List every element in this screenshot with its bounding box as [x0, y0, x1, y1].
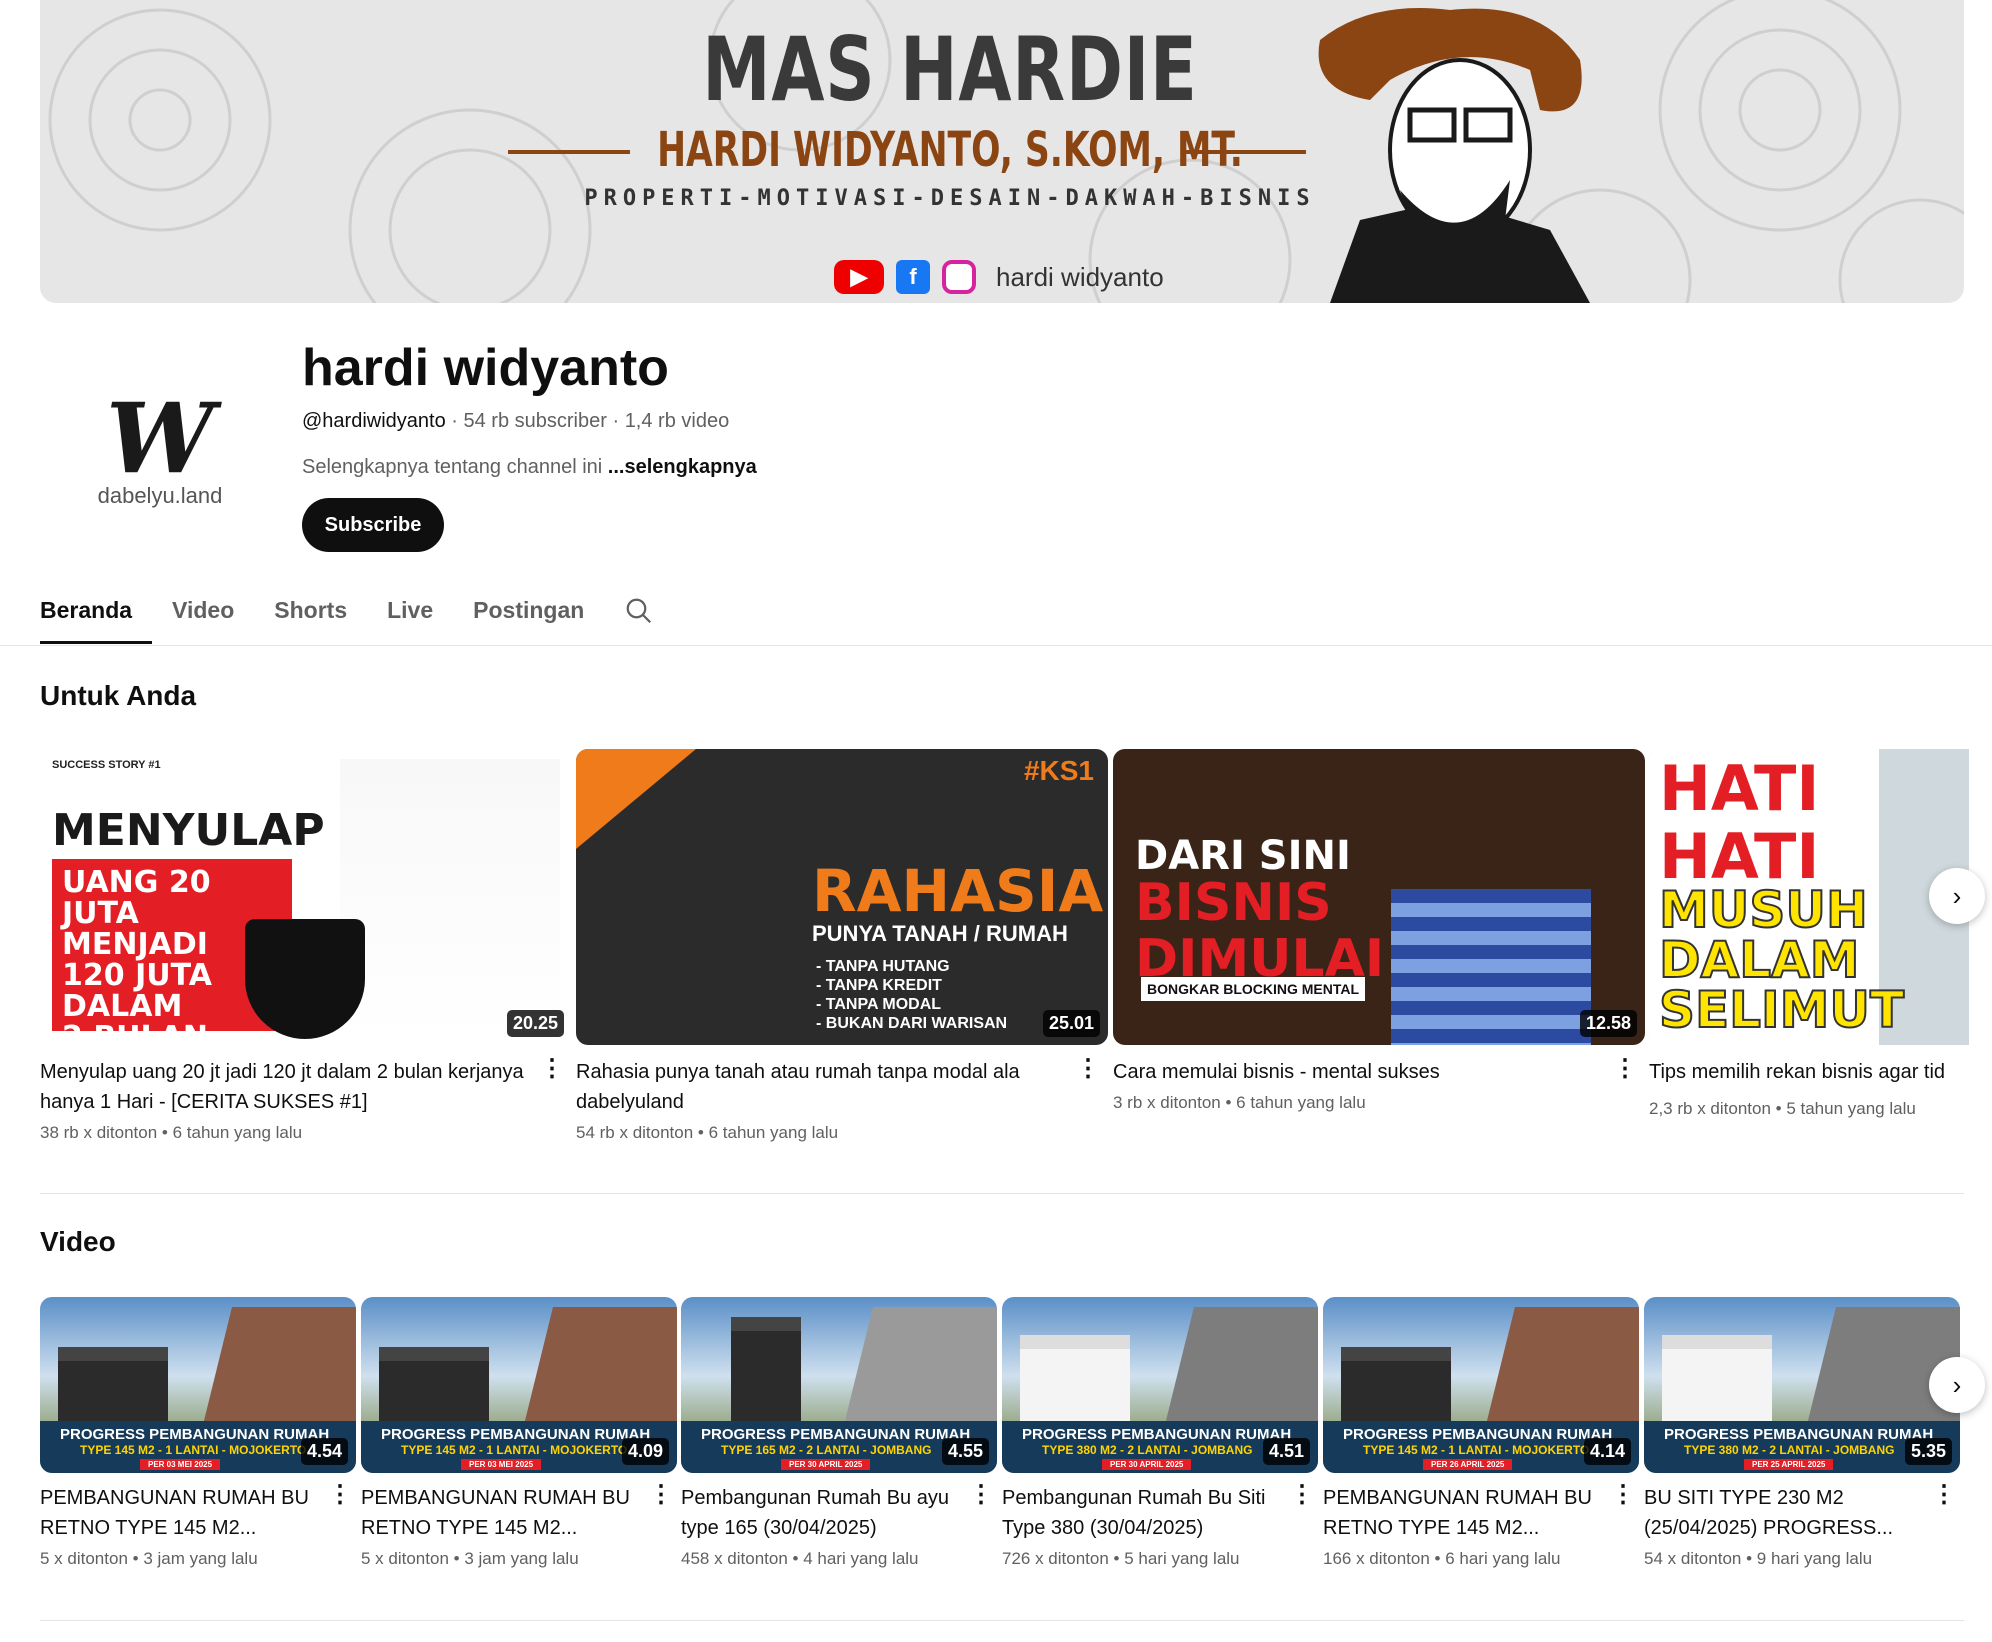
person-image: [340, 759, 560, 1045]
video-duration: 5.35: [1904, 1438, 1952, 1465]
video-meta: 458 x ditonton • 4 hari yang lalu: [681, 1549, 919, 1568]
magic-hat-icon: [245, 919, 365, 1039]
tab-video[interactable]: Video: [152, 588, 254, 644]
video-thumbnail[interactable]: PROGRESS PEMBANGUNAN RUMAH TYPE 145 M2 -…: [1323, 1297, 1639, 1473]
subscribe-button[interactable]: Subscribe: [302, 498, 444, 552]
video-card[interactable]: PROGRESS PEMBANGUNAN RUMAH TYPE 165 M2 -…: [681, 1297, 997, 1569]
video-duration: 4.54: [300, 1438, 348, 1465]
video-duration: 4.51: [1262, 1438, 1310, 1465]
carousel-next-button[interactable]: ›: [1929, 1357, 1985, 1413]
more-options-icon[interactable]: ⋮: [1076, 1057, 1100, 1081]
more-options-icon[interactable]: ⋮: [1611, 1483, 1635, 1507]
person-image: [1391, 889, 1591, 1045]
more-options-icon[interactable]: ⋮: [1613, 1057, 1637, 1081]
channel-banner: MAS HARDIE HARDI WIDYANTO, S.KOM, MT. PR…: [40, 0, 1964, 303]
avatar-logo-icon: W: [106, 382, 214, 495]
more-options-icon[interactable]: ⋮: [1932, 1483, 1956, 1507]
video-meta: 54 x ditonton • 9 hari yang lalu: [1644, 1549, 1873, 1568]
tab-shorts[interactable]: Shorts: [254, 588, 367, 644]
more-options-icon[interactable]: ⋮: [540, 1057, 564, 1081]
video-card[interactable]: PROGRESS PEMBANGUNAN RUMAH TYPE 145 M2 -…: [361, 1297, 677, 1569]
channel-handle[interactable]: @hardiwidyanto: [302, 410, 446, 432]
subscriber-count: 54 rb subscriber: [463, 410, 607, 432]
video-meta: 5 x ditonton • 3 jam yang lalu: [40, 1549, 258, 1568]
channel-description[interactable]: Selengkapnya tentang channel ini ...sele…: [302, 456, 757, 479]
tab-live[interactable]: Live: [367, 588, 453, 644]
video-meta: 726 x ditonton • 5 hari yang lalu: [1002, 1549, 1240, 1568]
video-title[interactable]: Pembangunan Rumah Bu Siti Type 380 (30/0…: [1002, 1483, 1318, 1543]
video-card[interactable]: PROGRESS PEMBANGUNAN RUMAH TYPE 380 M2 -…: [1002, 1297, 1318, 1569]
video-thumbnail[interactable]: PROGRESS PEMBANGUNAN RUMAH TYPE 165 M2 -…: [681, 1297, 997, 1473]
video-title[interactable]: Menyulap uang 20 jt jadi 120 jt dalam 2 …: [40, 1057, 572, 1117]
video-meta: 38 rb x ditonton • 6 tahun yang lalu: [40, 1123, 303, 1142]
video-thumbnail[interactable]: #KS1 RAHASIA PUNYA TANAH / RUMAH - TANPA…: [576, 749, 1108, 1045]
video-title[interactable]: PEMBANGUNAN RUMAH BU RETNO TYPE 145 M2..…: [40, 1483, 356, 1543]
section-divider: [40, 1193, 1964, 1194]
channel-avatar[interactable]: W dabelyu.land: [40, 330, 280, 570]
facebook-icon: f: [896, 260, 930, 294]
video-thumbnail[interactable]: PROGRESS PEMBANGUNAN RUMAH TYPE 145 M2 -…: [40, 1297, 356, 1473]
video-title[interactable]: Tips memilih rekan bisnis agar tid: [1649, 1057, 1969, 1087]
channel-tabs: Beranda Video Shorts Live Postingan: [40, 588, 664, 644]
video-meta: 3 rb x ditonton • 6 tahun yang lalu: [1113, 1093, 1366, 1112]
banner-handle: hardi widyanto: [996, 261, 1164, 292]
video-title[interactable]: Pembangunan Rumah Bu ayu type 165 (30/04…: [681, 1483, 997, 1543]
video-thumbnail[interactable]: DARI SINI BISNIS DIMULAI BONGKAR BLOCKING…: [1113, 749, 1645, 1045]
tab-postingan[interactable]: Postingan: [453, 588, 604, 644]
more-link[interactable]: ...selengkapnya: [608, 456, 757, 478]
video-thumbnail[interactable]: PROGRESS PEMBANGUNAN RUMAH TYPE 380 M2 -…: [1002, 1297, 1318, 1473]
more-options-icon[interactable]: ⋮: [328, 1483, 352, 1507]
video-title[interactable]: BU SITI TYPE 230 M2 (25/04/2025) PROGRES…: [1644, 1483, 1960, 1543]
video-duration: 4.09: [621, 1438, 669, 1465]
video-thumbnail[interactable]: PROGRESS PEMBANGUNAN RUMAH TYPE 380 M2 -…: [1644, 1297, 1960, 1473]
section-title-for-you: Untuk Anda: [40, 680, 197, 711]
video-title[interactable]: PEMBANGUNAN RUMAH BU RETNO TYPE 145 M2..…: [1323, 1483, 1639, 1543]
video-card[interactable]: PROGRESS PEMBANGUNAN RUMAH TYPE 145 M2 -…: [40, 1297, 356, 1569]
tabs-divider: [0, 645, 1992, 646]
video-thumbnail[interactable]: PROGRESS PEMBANGUNAN RUMAH TYPE 145 M2 -…: [361, 1297, 677, 1473]
tab-beranda[interactable]: Beranda: [40, 588, 153, 644]
banner-portrait: [1318, 8, 1590, 303]
search-icon[interactable]: [624, 588, 664, 644]
banner-social: ▶ f hardi widyanto: [834, 260, 1164, 294]
more-options-icon[interactable]: ⋮: [969, 1483, 993, 1507]
video-card[interactable]: SUCCESS STORY #1 MENYULAP UANG 20 JUTA M…: [40, 749, 572, 1143]
video-card[interactable]: PROGRESS PEMBANGUNAN RUMAH TYPE 380 M2 -…: [1644, 1297, 1960, 1569]
carousel-next-button[interactable]: ›: [1929, 868, 1985, 924]
video-meta: 2,3 rb x ditonton • 5 tahun yang lalu: [1649, 1099, 1916, 1118]
youtube-icon: ▶: [834, 260, 884, 294]
channel-name: hardi widyanto: [302, 339, 669, 397]
banner-divider: [1184, 150, 1306, 154]
instagram-icon: [942, 260, 976, 294]
video-card[interactable]: DARI SINI BISNIS DIMULAI BONGKAR BLOCKING…: [1113, 749, 1645, 1113]
video-meta: 54 rb x ditonton • 6 tahun yang lalu: [576, 1123, 839, 1142]
avatar-logo-text: dabelyu.land: [97, 483, 223, 508]
channel-meta: @hardiwidyanto · 54 rb subscriber · 1,4 …: [302, 410, 730, 432]
section-title-video: Video: [40, 1226, 116, 1257]
video-duration: 25.01: [1042, 1010, 1100, 1037]
video-title[interactable]: PEMBANGUNAN RUMAH BU RETNO TYPE 145 M2..…: [361, 1483, 677, 1543]
video-meta: 166 x ditonton • 6 hari yang lalu: [1323, 1549, 1561, 1568]
more-options-icon[interactable]: ⋮: [1290, 1483, 1314, 1507]
video-duration: 20.25: [506, 1010, 564, 1037]
video-count: 1,4 rb video: [624, 410, 730, 432]
more-options-icon[interactable]: ⋮: [649, 1483, 673, 1507]
video-card[interactable]: PROGRESS PEMBANGUNAN RUMAH TYPE 145 M2 -…: [1323, 1297, 1639, 1569]
video-thumbnail[interactable]: SUCCESS STORY #1 MENYULAP UANG 20 JUTA M…: [40, 749, 572, 1045]
chevron-right-icon: ›: [1952, 880, 1962, 911]
video-duration: 4.14: [1583, 1438, 1631, 1465]
video-card[interactable]: HATI HATI MUSUH DALAM SELIMUT Tips memilih …: [1649, 749, 1969, 1119]
video-title[interactable]: Rahasia punya tanah atau rumah tanpa mod…: [576, 1057, 1108, 1117]
video-meta: 5 x ditonton • 3 jam yang lalu: [361, 1549, 579, 1568]
video-duration: 12.58: [1579, 1010, 1637, 1037]
video-duration: 4.55: [941, 1438, 989, 1465]
video-card[interactable]: #KS1 RAHASIA PUNYA TANAH / RUMAH - TANPA…: [576, 749, 1108, 1143]
chevron-right-icon: ›: [1952, 1369, 1962, 1400]
section-divider: [40, 1620, 1964, 1621]
video-thumbnail[interactable]: HATI HATI MUSUH DALAM SELIMUT: [1649, 749, 1969, 1045]
